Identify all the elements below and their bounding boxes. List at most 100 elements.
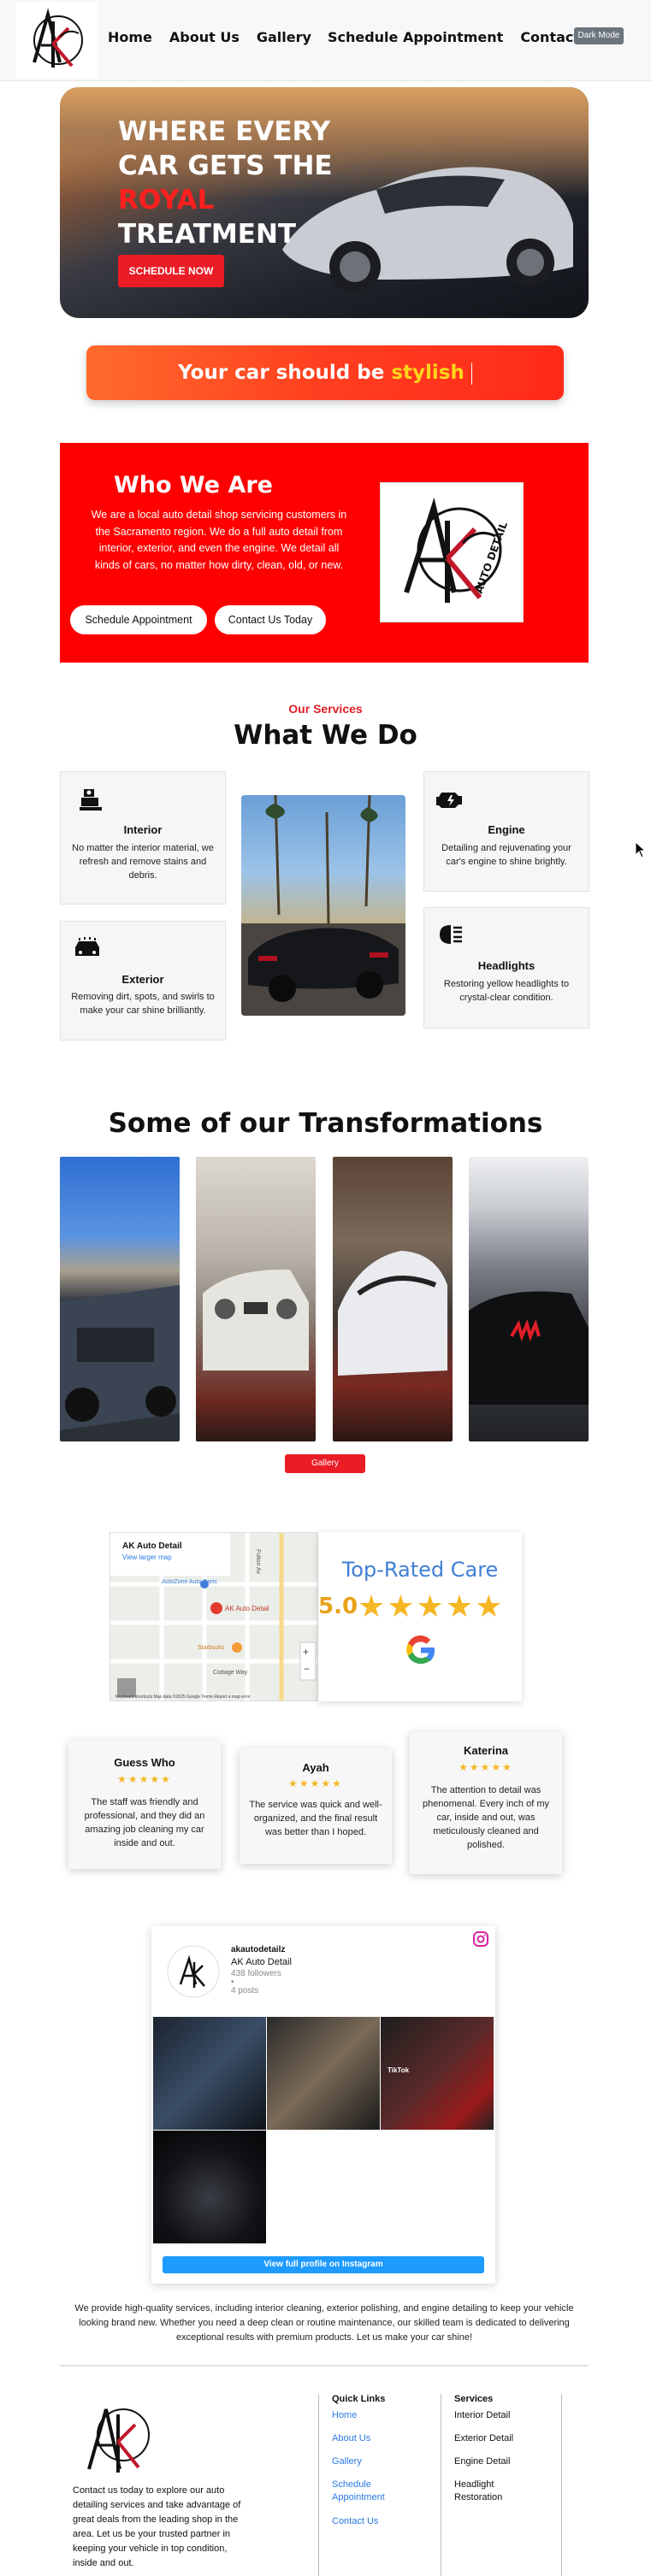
- zoom-out-icon[interactable]: −: [304, 1663, 310, 1675]
- quick-links-title: Quick Links: [332, 2394, 386, 2404]
- review-name: Ayah: [302, 1761, 329, 1774]
- footer-divider: [60, 2365, 589, 2367]
- typing-caret: [470, 362, 472, 385]
- services-list-title: Services: [454, 2394, 494, 2404]
- service-card-engine: Engine Detailing and rejuvenating your c…: [423, 771, 589, 892]
- transformation-photo: [60, 1157, 180, 1441]
- service-text: Restoring yellow headlights to crystal-c…: [443, 979, 570, 1003]
- nav-gallery[interactable]: Gallery: [257, 29, 311, 45]
- footer-link-contact[interactable]: Contact Us: [332, 2515, 378, 2528]
- footer-link-home[interactable]: Home: [332, 2409, 357, 2422]
- schedule-appointment-button[interactable]: Schedule Appointment: [70, 605, 207, 634]
- who-we-are-section: Who We Are We are a local auto detail sh…: [60, 443, 589, 663]
- instagram-avatar[interactable]: [167, 1945, 220, 1998]
- zoom-in-icon[interactable]: +: [303, 1646, 309, 1658]
- hero-line-4: TREATMENT: [118, 219, 297, 250]
- tiktok-watermark: TikTok: [388, 2066, 410, 2074]
- service-text: No matter the interior material, we refr…: [72, 843, 214, 881]
- view-instagram-profile-button[interactable]: View full profile on Instagram: [163, 2256, 484, 2273]
- footer-link-about[interactable]: About Us: [332, 2432, 370, 2445]
- top-rated-card: Top-Rated Care 5.0 ★★★★★: [318, 1532, 522, 1701]
- transformation-photo: [333, 1157, 453, 1441]
- gallery-button[interactable]: Gallery: [285, 1454, 365, 1473]
- map-label: AutoZone Auto Parts: [162, 1579, 217, 1585]
- schedule-now-button[interactable]: SCHEDULE NOW: [118, 255, 224, 287]
- map-attribution: Keyboard shortcuts Map data ©2025 Google…: [115, 1695, 251, 1700]
- instagram-embed: akautodetailz AK Auto Detail 438 followe…: [151, 1926, 495, 2284]
- transformations-title: Some of our Transformations: [108, 1108, 543, 1139]
- review-stars: ★★★★★: [117, 1773, 172, 1785]
- footer-link-gallery[interactable]: Gallery: [332, 2455, 362, 2468]
- car-seat-icon: [80, 789, 102, 811]
- service-title: Exterior: [121, 973, 164, 986]
- hero-headline: WHERE EVERY CAR GETS THE ROYAL TREATMENT: [118, 115, 333, 251]
- who-logo-text: AUTO DETAIL: [473, 520, 510, 595]
- who-text: We are a local auto detail shop servicin…: [91, 509, 347, 571]
- review-name: Katerina: [463, 1744, 509, 1757]
- nav-about[interactable]: About Us: [169, 29, 240, 45]
- instagram-handle[interactable]: akautodetailz: [231, 1945, 285, 1954]
- footer-link-schedule[interactable]: Schedule Appointment: [332, 2479, 400, 2504]
- brand-logo[interactable]: [15, 3, 98, 78]
- review-card: Ayah ★★★★★ The service was quick and wel…: [240, 1748, 392, 1864]
- service-card-exterior: Exterior Removing dirt, spots, and swirl…: [60, 921, 226, 1040]
- footer-service: Exterior Detail: [454, 2433, 514, 2443]
- instagram-name: AK Auto Detail: [231, 1957, 292, 1967]
- transformation-photo: [469, 1157, 589, 1441]
- service-title: Headlights: [477, 959, 536, 972]
- top-navbar: Home About Us Gallery Schedule Appointme…: [0, 0, 651, 81]
- service-card-interior: Interior No matter the interior material…: [60, 771, 226, 905]
- mouse-cursor-icon: [635, 841, 647, 858]
- instagram-post-tile[interactable]: TikTok: [381, 2017, 494, 2130]
- instagram-posts: 4 posts: [231, 1986, 259, 1995]
- footer-service: Interior Detail: [454, 2410, 511, 2420]
- instagram-post-tile[interactable]: [153, 2017, 266, 2130]
- google-logo-icon: [406, 1635, 435, 1665]
- transformation-photo: [196, 1157, 316, 1441]
- who-logo: AUTO DETAIL: [380, 482, 524, 622]
- contact-us-today-button[interactable]: Contact Us Today: [215, 605, 326, 634]
- banner-highlight: stylish: [391, 362, 465, 384]
- footer-divider-vertical: [318, 2394, 319, 2576]
- who-title: Who We Are: [113, 472, 273, 498]
- footer-logo[interactable]: [77, 2394, 156, 2479]
- footer-divider-vertical: [561, 2394, 562, 2576]
- services-title: What We Do: [234, 720, 417, 751]
- hero-line-2: CAR GETS THE: [118, 150, 333, 181]
- view-larger-map-link[interactable]: View larger map: [122, 1553, 172, 1561]
- instagram-followers: 438 followers: [231, 1969, 281, 1978]
- closing-blurb: We provide high-quality services, includ…: [74, 2303, 574, 2343]
- review-name: Guess Who: [114, 1756, 175, 1769]
- banner-prefix: Your car should be: [178, 362, 392, 384]
- rating-score: 5.0: [318, 1594, 358, 1619]
- engine-icon: [436, 793, 462, 808]
- service-car-photo: [241, 795, 405, 1016]
- nav-links: Home About Us Gallery Schedule Appointme…: [108, 29, 604, 45]
- service-text: Removing dirt, spots, and swirls to make…: [71, 992, 215, 1016]
- service-card-headlights: Headlights Restoring yellow headlights t…: [423, 907, 589, 1029]
- hero-line-royal: ROYAL: [118, 185, 215, 215]
- review-text: The service was quick and well-organized…: [249, 1800, 382, 1837]
- car-wash-icon: [75, 937, 99, 956]
- services-kicker: Our Services: [288, 702, 363, 716]
- review-card: Katerina ★★★★★ The attention to detail w…: [410, 1732, 562, 1874]
- hero-line-1: WHERE EVERY: [118, 116, 331, 147]
- google-map[interactable]: AK Auto Detail View larger map AK Auto D…: [109, 1532, 318, 1701]
- rating-title: Top-Rated Care: [341, 1558, 499, 1582]
- headlight-icon: [440, 925, 462, 944]
- dark-mode-button[interactable]: Dark Mode: [574, 27, 624, 44]
- instagram-post-tile[interactable]: [153, 2131, 266, 2243]
- hero-banner: WHERE EVERY CAR GETS THE ROYAL TREATMENT…: [60, 87, 589, 318]
- nav-home[interactable]: Home: [108, 29, 152, 45]
- map-place-name: AK Auto Detail: [122, 1541, 182, 1551]
- service-title: Interior: [123, 823, 163, 836]
- footer-service: Headlight Restoration: [454, 2479, 503, 2502]
- instagram-post-tile[interactable]: [267, 2017, 380, 2130]
- review-text: The staff was friendly and professional,…: [84, 1797, 205, 1848]
- service-title: Engine: [488, 823, 525, 836]
- nav-schedule[interactable]: Schedule Appointment: [328, 29, 503, 45]
- service-text: Detailing and rejuvenating your car's en…: [441, 843, 571, 867]
- map-label: Starbucks: [198, 1645, 225, 1651]
- instagram-icon[interactable]: [473, 1931, 488, 1947]
- review-stars: ★★★★★: [288, 1777, 343, 1789]
